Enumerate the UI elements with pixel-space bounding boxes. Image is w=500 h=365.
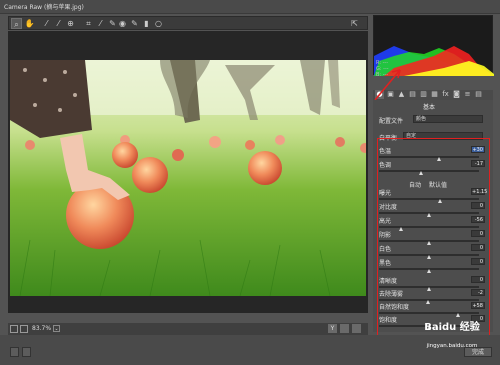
hand-icon[interactable]: ✋ — [24, 18, 35, 29]
footer-left-button[interactable] — [10, 347, 19, 357]
preview-bottom-bar: 83.7% ⌄ Y — [8, 323, 368, 335]
straighten-icon[interactable]: ⁄ — [95, 18, 106, 29]
watermark: Baidu 经验 — [404, 318, 500, 333]
profile-select[interactable]: 颜色 — [413, 115, 483, 123]
adjustment-brush-icon[interactable]: ✎ — [129, 18, 140, 29]
preview-image — [10, 60, 366, 296]
window-title: Camera Raw (摘与苹果.jpg) — [4, 4, 84, 11]
copy-settings-icon[interactable] — [352, 324, 361, 333]
swap-icon[interactable] — [340, 324, 349, 333]
radial-filter-icon[interactable]: ○ — [153, 18, 164, 29]
before-after-icon[interactable]: Y — [328, 324, 337, 333]
panel-title: 基本 — [423, 104, 436, 111]
crop-icon[interactable]: ⌗ — [83, 18, 94, 29]
watermark-site: jingyan.baidu.com — [426, 343, 478, 349]
presets-icon[interactable]: ≡ — [463, 90, 472, 99]
title-bar: Camera Raw (摘与苹果.jpg) — [0, 0, 500, 14]
snapshots-icon[interactable]: ▤ — [474, 90, 483, 99]
red-eye-icon[interactable]: ◉ — [117, 18, 128, 29]
profile-label: 配置文件 — [379, 118, 404, 125]
zoom-level[interactable]: 83.7% — [32, 325, 51, 332]
footer-left-button-2[interactable] — [22, 347, 31, 357]
color-sampler-icon[interactable]: ⁄ — [53, 18, 64, 29]
white-balance-icon[interactable]: ⁄ — [41, 18, 52, 29]
zoom-in-button[interactable] — [20, 325, 28, 333]
watermark-brand: Baidu 经验 — [424, 322, 480, 333]
annotation-arrow — [374, 69, 401, 101]
footer-bar: 完成 — [0, 335, 500, 365]
fullscreen-icon[interactable]: ⇱ — [349, 18, 360, 29]
lens-icon[interactable]: ▦ — [430, 90, 439, 99]
zoom-icon[interactable]: ⌕ — [11, 18, 22, 29]
highlight-frame — [377, 138, 490, 336]
profile-value: 颜色 — [416, 116, 427, 122]
zoom-out-button[interactable] — [10, 325, 18, 333]
toolbar: ⌕ ✋ ⁄ ⁄ ⊕ ⌗ ⁄ ✎ ◉ ✎ ▮ ○ ⇱ — [8, 16, 368, 30]
split-toning-icon[interactable]: ▥ — [419, 90, 428, 99]
graduated-filter-icon[interactable]: ▮ — [141, 18, 152, 29]
camera-calibration-icon[interactable]: ◙ — [452, 90, 461, 99]
targeted-adjust-icon[interactable]: ⊕ — [65, 18, 76, 29]
effects-icon[interactable]: fx — [441, 90, 450, 99]
zoom-dropdown-icon[interactable]: ⌄ — [53, 325, 60, 332]
